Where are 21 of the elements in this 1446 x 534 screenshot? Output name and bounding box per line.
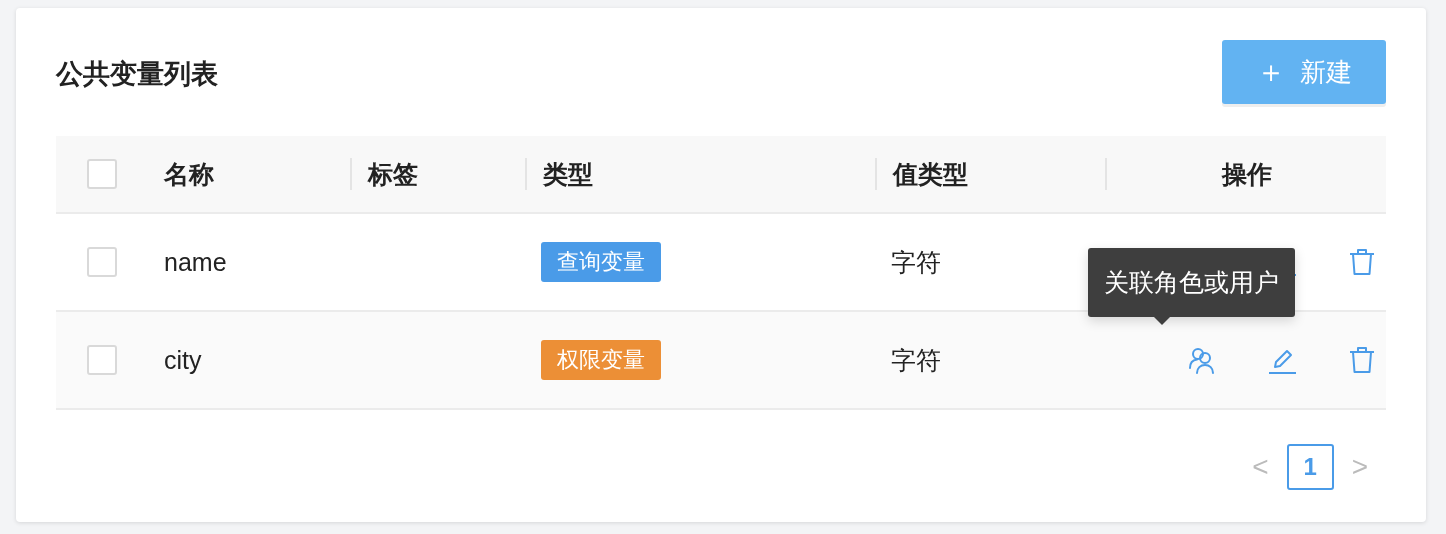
prev-page-button[interactable]: < <box>1248 451 1273 483</box>
column-header: 操作 <box>1221 160 1272 188</box>
row-checkbox[interactable] <box>87 345 117 375</box>
tooltip: 关联角色或用户 <box>1088 248 1295 317</box>
table-cell: 字符 <box>891 247 941 276</box>
page-button[interactable]: 1 <box>1286 444 1334 490</box>
table-cell: name <box>164 247 227 276</box>
column-header: 类型 <box>543 160 593 188</box>
table-cell: 字符 <box>891 345 941 374</box>
page-title: 公共变量列表 <box>56 58 218 91</box>
new-button[interactable]: ＋ 新建 <box>1222 40 1386 104</box>
column-header: 名称 <box>164 160 214 188</box>
row-checkbox[interactable] <box>87 247 117 277</box>
column-header: 值类型 <box>893 160 968 188</box>
next-page-button[interactable]: > <box>1347 451 1372 483</box>
select-all-checkbox[interactable] <box>87 159 117 189</box>
column-header: 标签 <box>368 160 418 188</box>
type-tag: 查询变量 <box>541 242 661 282</box>
tooltip-arrow <box>1154 317 1170 325</box>
type-tag: 权限变量 <box>541 340 661 380</box>
table-cell: city <box>164 345 202 374</box>
